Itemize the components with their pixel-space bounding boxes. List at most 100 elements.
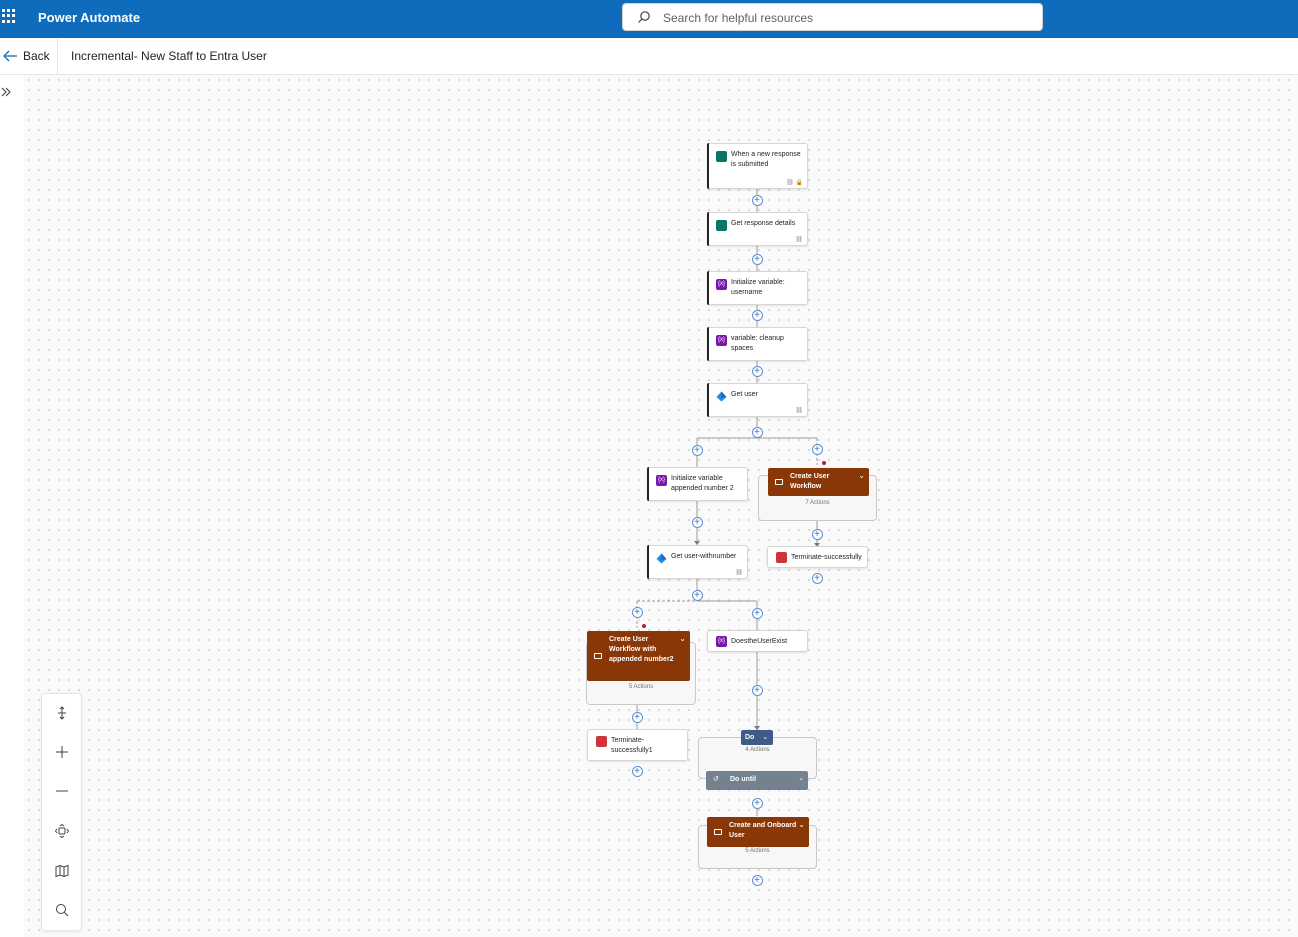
- add-step-button[interactable]: +: [751, 874, 763, 886]
- get-user-card[interactable]: Get user ⛓: [707, 383, 808, 417]
- add-step-button[interactable]: +: [751, 426, 763, 438]
- link-lock-icon: ⛓ 🔒: [786, 180, 803, 186]
- fit-height-button[interactable]: [42, 694, 81, 733]
- add-step-button[interactable]: +: [691, 589, 703, 601]
- canvas-toolbar: [41, 693, 82, 931]
- chevron-down-icon[interactable]: ⌄: [798, 820, 805, 830]
- chevron-down-icon[interactable]: ⌄: [679, 634, 686, 644]
- forms-icon: [716, 151, 727, 162]
- add-step-button[interactable]: +: [691, 516, 703, 528]
- back-arrow-icon: [3, 50, 17, 62]
- get-response-card[interactable]: Get response details ⛓: [707, 212, 808, 246]
- scope-header[interactable]: Create and Onboard User ⌄: [707, 817, 809, 847]
- zoom-in-button[interactable]: [42, 733, 81, 772]
- scope-action-count: 7 Actions: [805, 500, 830, 506]
- link-icon: ⛓: [795, 408, 803, 414]
- card-label: Initialize variable appended number 2: [671, 475, 734, 492]
- flow-canvas[interactable]: When a new response is submitted ⛓ 🔒 Get…: [24, 75, 1298, 937]
- card-label: Get user-withnumber: [671, 553, 737, 560]
- add-step-button[interactable]: +: [631, 711, 643, 723]
- terminate-card[interactable]: Terminate-successfully: [767, 546, 868, 568]
- does-user-exist-card[interactable]: {x} DoestheUserExist: [707, 630, 808, 652]
- command-bar: Back Incremental- New Staff to Entra Use…: [0, 38, 1298, 75]
- do-until-header[interactable]: ↺ Do until ⌄: [706, 771, 808, 790]
- scope-header[interactable]: Create User Workflow with appended numbe…: [587, 631, 690, 681]
- scope-icon: [775, 479, 783, 485]
- card-accent: [707, 383, 709, 417]
- flow-title: Incremental- New Staff to Entra User: [71, 49, 267, 63]
- add-step-button[interactable]: +: [691, 444, 703, 456]
- do-label[interactable]: Do ⌄: [741, 730, 773, 745]
- zoom-in-icon: [56, 746, 68, 758]
- card-label: Terminate-successfully1: [611, 737, 653, 754]
- fit-height-icon: [58, 706, 66, 720]
- chevron-down-icon[interactable]: ⌄: [858, 471, 865, 481]
- chevron-down-icon[interactable]: ⌄: [798, 774, 804, 782]
- back-label: Back: [23, 49, 50, 63]
- run-after-indicator: [822, 461, 826, 465]
- fit-view-button[interactable]: [42, 812, 81, 851]
- search-canvas-button[interactable]: [42, 891, 81, 930]
- card-accent: [707, 143, 709, 189]
- back-button[interactable]: Back: [0, 38, 58, 74]
- forms-icon: [716, 220, 727, 231]
- add-step-button[interactable]: +: [631, 765, 643, 777]
- card-label: When a new response is submitted: [731, 151, 801, 168]
- card-label: Initialize variable: username: [731, 279, 785, 296]
- link-icon: ⛓: [735, 570, 743, 576]
- cleanup-card[interactable]: {x} variable: cleanup spaces: [707, 327, 808, 361]
- add-step-button[interactable]: +: [751, 607, 763, 619]
- connector-lines: [636, 188, 820, 816]
- add-step-button[interactable]: +: [811, 572, 823, 584]
- card-accent: [647, 467, 649, 501]
- scope-action-count: 5 Actions: [745, 848, 770, 854]
- add-step-button[interactable]: +: [631, 606, 643, 618]
- left-rail: [0, 75, 24, 937]
- get-user-number-card[interactable]: Get user-withnumber ⛓: [647, 545, 748, 579]
- card-accent: [707, 327, 709, 361]
- add-step-button[interactable]: +: [811, 443, 823, 455]
- terminate-icon: [596, 736, 607, 747]
- scope-action-count: 5 Actions: [628, 684, 654, 690]
- search-icon: [56, 904, 69, 917]
- add-step-button[interactable]: +: [751, 253, 763, 265]
- card-accent: [647, 545, 649, 579]
- create-user-appended-scope[interactable]: Create User Workflow with appended numbe…: [586, 631, 696, 705]
- entra-icon: [656, 553, 667, 564]
- variable-icon: {x}: [716, 335, 727, 346]
- scope-header[interactable]: Create User Workflow ⌄: [768, 468, 869, 496]
- add-step-button[interactable]: +: [751, 684, 763, 696]
- terminate1-card[interactable]: Terminate-successfully1: [587, 729, 688, 761]
- init-appended-card[interactable]: {x} Initialize variable appended number …: [647, 467, 748, 501]
- chevron-down-icon[interactable]: ⌄: [762, 734, 768, 741]
- scope-title: Create User Workflow: [790, 473, 830, 490]
- add-step-button[interactable]: +: [751, 309, 763, 321]
- zoom-out-icon: [56, 790, 68, 792]
- card-accent: [707, 271, 709, 305]
- zoom-out-button[interactable]: [42, 772, 81, 811]
- add-step-button[interactable]: +: [751, 194, 763, 206]
- init-username-card[interactable]: {x} Initialize variable: username: [707, 271, 808, 305]
- variable-icon: {x}: [716, 636, 727, 647]
- card-label: Get response details: [731, 220, 796, 227]
- do-text: Do: [745, 734, 755, 741]
- card-accent: [707, 212, 709, 246]
- add-step-button[interactable]: +: [751, 797, 763, 809]
- search-placeholder: Search for helpful resources: [663, 11, 814, 25]
- minimap-button[interactable]: [42, 852, 81, 891]
- expand-panel-icon[interactable]: [0, 85, 14, 99]
- app-launcher-icon[interactable]: [2, 9, 16, 23]
- scope-icon: [594, 653, 602, 659]
- top-bar: Power Automate Search for helpful resour…: [0, 0, 1298, 38]
- create-onboard-scope[interactable]: Create and Onboard User ⌄ 5 Actions: [698, 817, 817, 869]
- variable-icon: {x}: [716, 279, 727, 290]
- do-until-label: Do until: [730, 776, 757, 783]
- app-title[interactable]: Power Automate: [38, 10, 140, 25]
- create-user-workflow-scope[interactable]: Create User Workflow ⌄ 7 Actions: [758, 468, 877, 521]
- search-input[interactable]: Search for helpful resources: [622, 3, 1043, 31]
- add-step-button[interactable]: +: [811, 528, 823, 540]
- trigger-card[interactable]: When a new response is submitted ⛓ 🔒: [707, 143, 808, 189]
- add-step-button[interactable]: +: [751, 365, 763, 377]
- scope-action-count: 4 Actions: [745, 747, 770, 753]
- fit-view-icon: [55, 824, 69, 838]
